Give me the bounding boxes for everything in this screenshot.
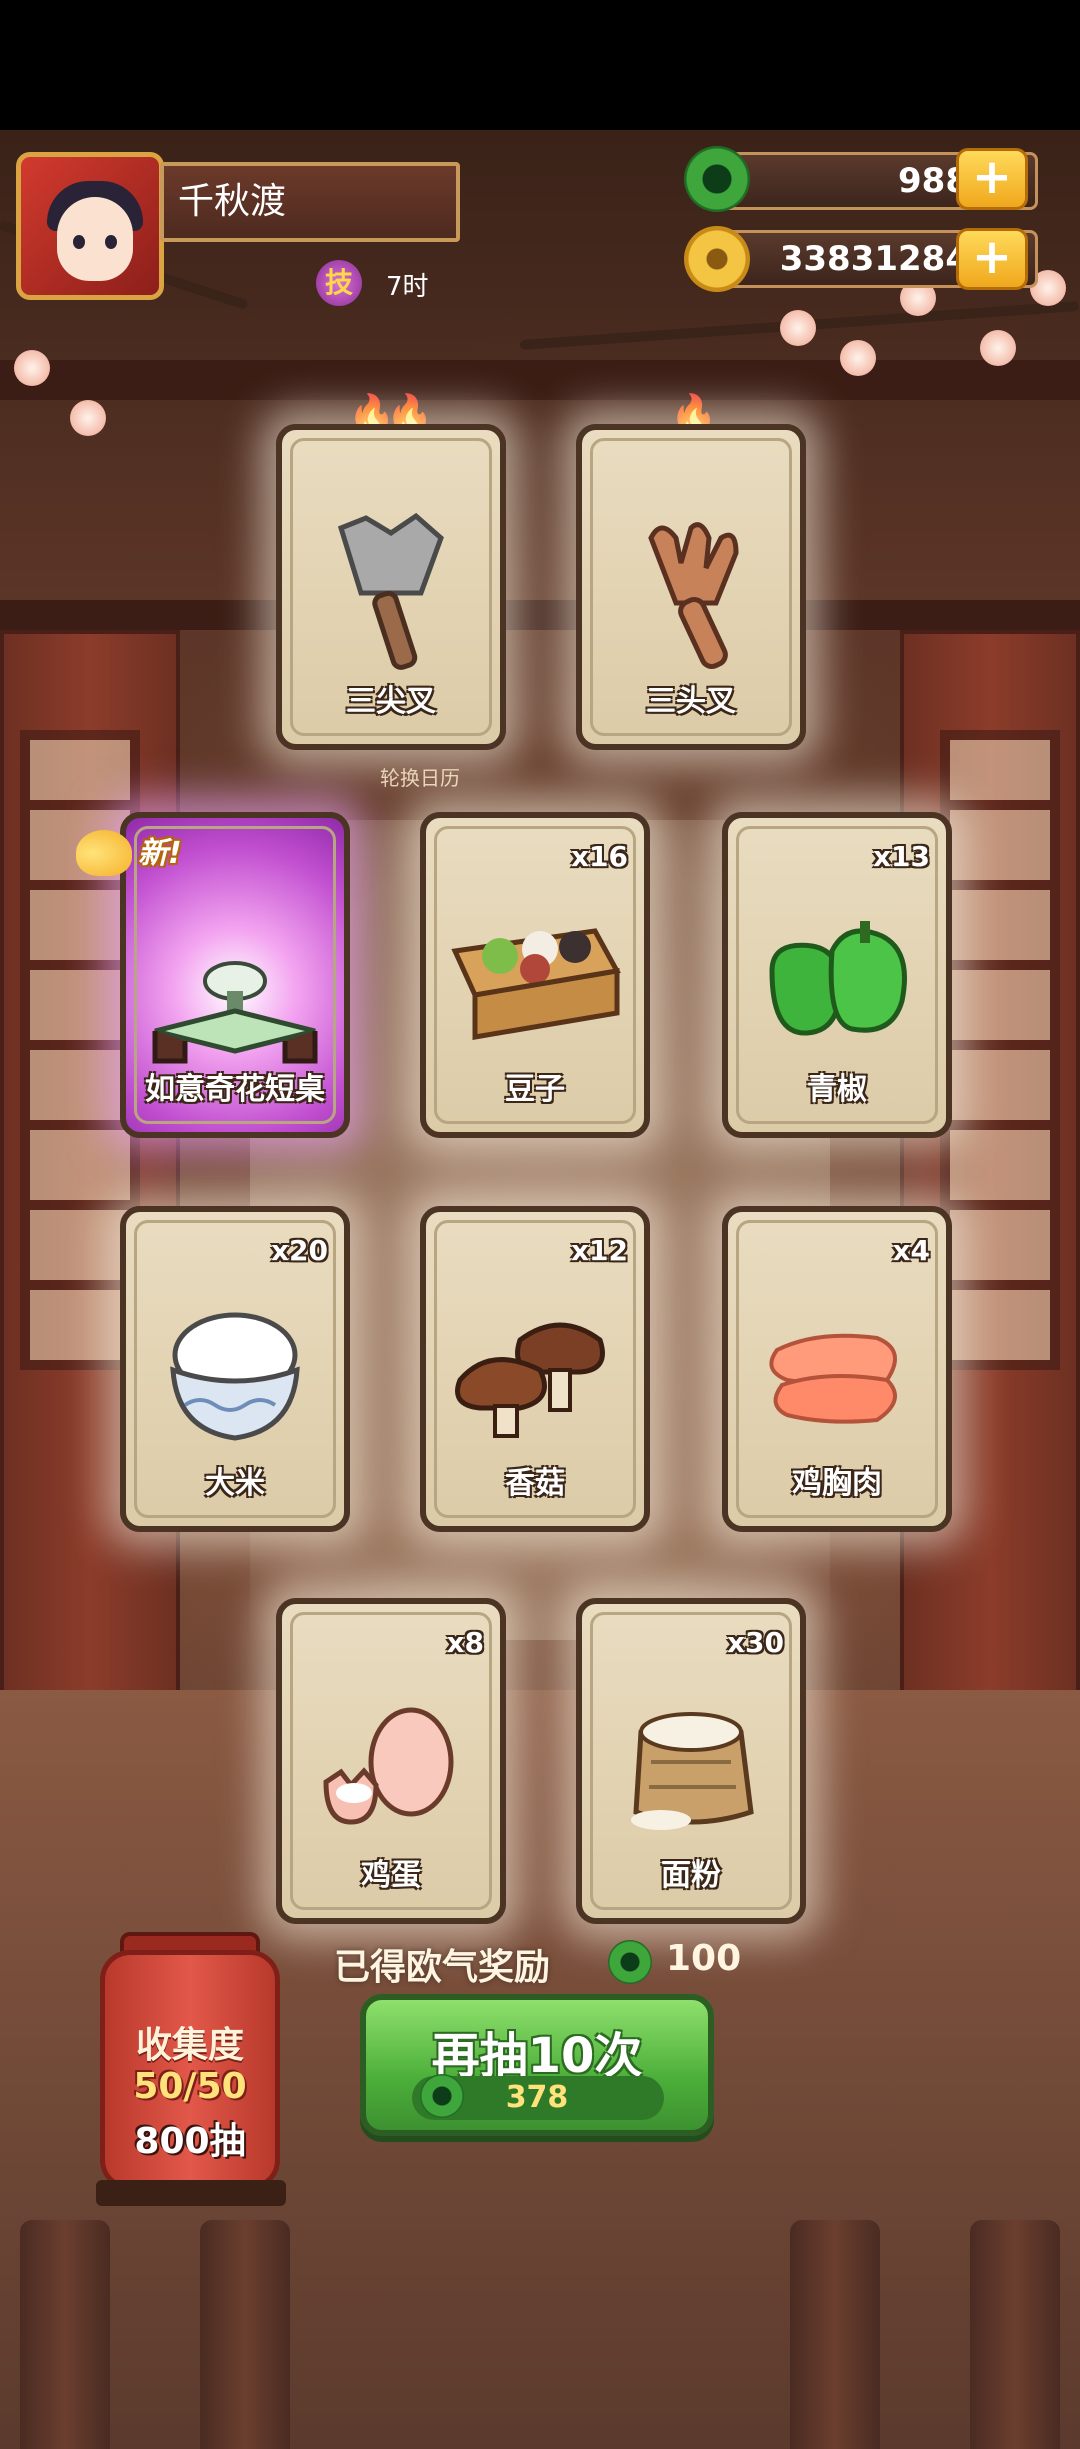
jade-icon xyxy=(684,146,750,212)
add-jade-button[interactable]: + xyxy=(956,148,1028,210)
butterfly-icon xyxy=(76,830,132,876)
collection-progress: 50/50 xyxy=(133,2066,247,2107)
card-name: 面粉 xyxy=(661,1858,721,1893)
card-shiitake[interactable]: x12 香菇 xyxy=(420,1206,650,1532)
card-name: 豆子 xyxy=(505,1072,565,1107)
card-count: x20 xyxy=(270,1234,328,1267)
rice-bowl-icon xyxy=(170,1312,300,1441)
card-count: x16 xyxy=(570,840,628,873)
mushroom-icon xyxy=(455,1322,605,1439)
reward-value: 100 xyxy=(666,1938,742,1979)
blossom xyxy=(780,310,816,346)
blossom xyxy=(14,350,50,386)
player-name: 千秋渡 xyxy=(160,162,460,242)
card-rice[interactable]: x20 大米 xyxy=(120,1206,350,1532)
card-name: 如意奇花短桌 xyxy=(145,1072,325,1107)
card-name: 三尖叉 xyxy=(346,684,436,719)
card-count: x12 xyxy=(570,1234,628,1267)
avatar-face xyxy=(57,197,133,281)
draw-again-button[interactable]: 再抽10次 378 xyxy=(360,1994,714,2136)
blossom xyxy=(70,400,106,436)
jade-icon xyxy=(608,1940,652,1984)
add-coin-button[interactable]: + xyxy=(956,228,1028,290)
roof-beam xyxy=(0,360,1080,400)
card-count: x8 xyxy=(446,1626,484,1659)
card-count: x30 xyxy=(726,1626,784,1659)
wooden-fork-icon xyxy=(648,522,739,670)
card-egg[interactable]: x8 鸡蛋 xyxy=(276,1598,506,1924)
new-tag-label: 新! xyxy=(138,836,182,871)
egg-icon xyxy=(323,1707,454,1825)
card-beans[interactable]: x16 豆子 xyxy=(420,812,650,1138)
blossom xyxy=(980,330,1016,366)
reward-label: 已得欧气奖励 xyxy=(334,1947,551,1988)
rotation-calendar-label: 轮换日历 xyxy=(380,766,460,790)
card-name: 大米 xyxy=(205,1466,265,1501)
fence-post xyxy=(20,2220,110,2449)
bean-box-icon xyxy=(451,928,621,1041)
collection-draws: 800抽 xyxy=(134,2121,246,2162)
card-name: 三头叉 xyxy=(646,684,736,719)
card-name: 鸡蛋 xyxy=(361,1858,421,1893)
fence-post xyxy=(790,2220,880,2449)
right-lattice-window xyxy=(940,730,1060,1370)
green-pepper-icon xyxy=(769,921,907,1036)
card-trident[interactable]: 三尖叉 xyxy=(276,424,506,750)
fence-post xyxy=(970,2220,1060,2449)
draw-cost: 378 xyxy=(505,2080,569,2115)
card-three-head-fork[interactable]: 三头叉 xyxy=(576,424,806,750)
player-avatar[interactable] xyxy=(16,152,164,300)
card-chicken-breast[interactable]: x4 鸡胸肉 xyxy=(722,1206,952,1532)
collection-title: 收集度 xyxy=(135,2025,244,2066)
coin-icon xyxy=(684,226,750,292)
avatar-eye xyxy=(105,235,117,249)
card-flour[interactable]: x30 面粉 xyxy=(576,1598,806,1924)
card-count: x4 xyxy=(892,1234,930,1267)
skill-time: 7时 xyxy=(386,272,429,302)
flour-sack-icon xyxy=(631,1712,754,1831)
blossom xyxy=(840,340,876,376)
skill-badge-icon[interactable]: 技 xyxy=(316,260,362,306)
collection-lantern-stand xyxy=(96,2180,286,2206)
card-count: x13 xyxy=(872,840,930,873)
chicken-breast-icon xyxy=(769,1333,897,1424)
avatar-eye xyxy=(73,235,85,249)
flower-table-icon xyxy=(152,961,318,1064)
new-tag: 新! xyxy=(72,826,222,882)
trident-fork-icon xyxy=(337,513,444,671)
card-name: 鸡胸肉 xyxy=(792,1466,882,1501)
roof-beam xyxy=(0,600,1080,630)
card-name: 香菇 xyxy=(505,1466,565,1501)
fence-post xyxy=(200,2220,290,2449)
card-green-pepper[interactable]: x13 青椒 xyxy=(722,812,952,1138)
card-name: 青椒 xyxy=(807,1072,867,1107)
